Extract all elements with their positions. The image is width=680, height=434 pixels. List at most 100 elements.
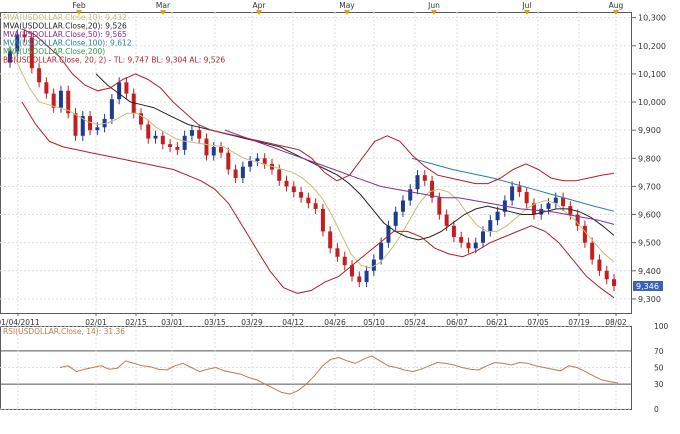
candle-up [393, 211, 398, 226]
candle-down [422, 175, 427, 181]
candle-down [306, 197, 311, 204]
candle-down [284, 180, 289, 187]
candle-down [124, 82, 129, 94]
candle-down [313, 203, 318, 209]
y-tick-label: 9,800 [638, 154, 661, 163]
y-tick-label: 10,100 [638, 70, 666, 79]
candle-down [160, 135, 165, 145]
candle-down [168, 144, 173, 148]
rsi-tick-label: 50 [654, 364, 664, 373]
candle-down [466, 242, 471, 249]
candle-down [44, 82, 49, 94]
candle-down [219, 147, 224, 153]
candle-up [189, 130, 194, 136]
candle-down [197, 130, 202, 139]
candle-up [117, 82, 122, 100]
legend-entry: BB(USDOLLAR.Close, 20, 2) - TL: 9,747 BL… [3, 56, 225, 65]
x-tick-label: 02/01 [85, 318, 107, 327]
month-label: Jul [521, 1, 531, 10]
month-label: Mar [156, 1, 171, 10]
month-label: Jun [427, 1, 440, 10]
x-tick-label: 03/15 [204, 318, 226, 327]
candle-down [451, 225, 456, 238]
candle-down [226, 152, 231, 170]
x-tick-label: 07/05 [527, 318, 549, 327]
candle-down [262, 158, 267, 164]
candle-up [415, 175, 420, 190]
candle-down [37, 68, 42, 83]
candle-down [146, 124, 151, 139]
candle-down [597, 259, 602, 271]
month-label: Feb [72, 1, 86, 10]
candle-up [539, 208, 544, 215]
candle-up [379, 242, 384, 260]
candle-up [473, 242, 478, 249]
rsi-tick-label: 100 [654, 322, 669, 331]
candle-down [328, 231, 333, 249]
candle-up [240, 166, 245, 178]
candle-down [444, 214, 449, 226]
candle-down [299, 192, 304, 198]
y-tick-label: 9,300 [638, 295, 661, 304]
y-tick-label: 10,300 [638, 14, 666, 23]
candle-up [495, 211, 500, 221]
candle-up [248, 161, 253, 167]
candle-down [517, 186, 522, 193]
candle-down [582, 225, 587, 243]
x-tick-label: 04/12 [282, 318, 304, 327]
candle-down [357, 276, 362, 283]
month-label: May [339, 1, 355, 10]
x-tick-label: 04/26 [324, 318, 346, 327]
candle-up [109, 99, 114, 119]
candle-down [291, 186, 296, 193]
candle-up [488, 220, 493, 232]
candle-down [590, 242, 595, 260]
y-tick-label: 10,000 [638, 98, 666, 107]
candle-down [459, 237, 464, 243]
x-tick-label: 03/29 [241, 318, 263, 327]
candle-up [182, 135, 187, 150]
candle-down [320, 208, 325, 232]
candle-up [211, 147, 216, 156]
candle-up [95, 127, 100, 131]
price-chart-panel: 100 70 50 30 0 Feb Mar Apr May Jun Jul Aug 9,300 9,… [0, 0, 680, 434]
x-tick-label: 05/24 [404, 318, 426, 327]
candle-down [73, 113, 78, 136]
y-tick-label: 9,900 [638, 126, 661, 135]
y-tick-label: 9,600 [638, 211, 661, 220]
month-label: Apr [253, 1, 267, 10]
y-tick-label: 9,400 [638, 267, 661, 276]
candle-up [546, 203, 551, 209]
candle-down [233, 169, 238, 178]
x-tick-label: 06/21 [486, 318, 508, 327]
candle-down [437, 197, 442, 215]
candle-up [481, 231, 486, 243]
x-tick-label: 07/19 [568, 318, 590, 327]
candle-up [364, 270, 369, 283]
candle-down [612, 279, 616, 286]
candle-up [408, 189, 413, 201]
candle-down [342, 256, 347, 266]
x-tick-label: 03/01 [161, 318, 183, 327]
candle-down [561, 197, 566, 207]
rsi-title: RSI(USDOLLAR.Close, 14): 31.36 [3, 327, 125, 336]
candle-up [58, 90, 63, 108]
candle-up [553, 197, 558, 204]
candle-down [524, 192, 529, 204]
x-tick-label: 05/10 [363, 318, 385, 327]
candle-up [510, 186, 515, 201]
candle-down [277, 169, 282, 181]
rsi-tick-label: 30 [654, 380, 664, 389]
candle-down [175, 147, 180, 150]
candle-down [335, 248, 340, 257]
x-tick-label: 08/02 [605, 318, 627, 327]
y-tick-label: 10,200 [638, 42, 666, 51]
candle-down [604, 270, 609, 280]
candle-up [153, 135, 158, 139]
x-tick-label: 06/07 [446, 318, 468, 327]
candle-down [204, 138, 209, 156]
candle-up [400, 200, 405, 212]
rsi-tick-label: 0 [654, 405, 659, 414]
y-tick-label: 9,700 [638, 182, 661, 191]
y-tick-label: 9,500 [638, 239, 661, 248]
